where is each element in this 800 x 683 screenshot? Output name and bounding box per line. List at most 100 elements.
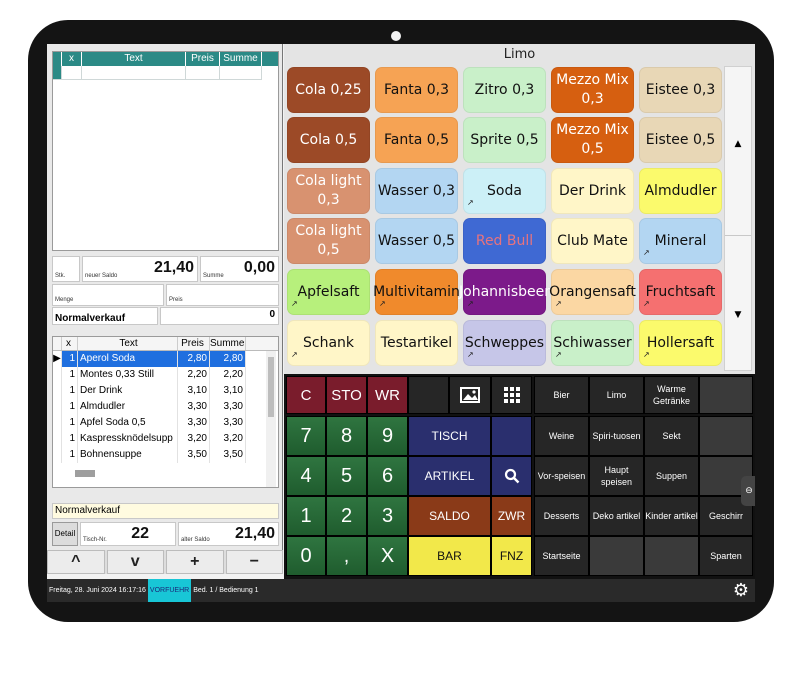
horizontal-scrollbar[interactable] [75,470,95,477]
digit-1-button[interactable]: 1 [286,496,326,536]
page-up-icon[interactable]: ▲ [725,139,751,149]
product-button-johannisbeer[interactable]: Johannisbeer ↗ [459,269,550,315]
digit-3-button[interactable]: 3 [367,496,408,536]
sto-button[interactable]: STO [326,376,367,414]
product-button-cola-0-25[interactable]: Cola 0,25 [287,67,370,113]
search-icon[interactable] [491,456,532,496]
product-label: Cola 0,25 [295,81,362,98]
digit-5-button[interactable]: 5 [326,456,367,496]
table-row[interactable]: 1 Apfel Soda 0,5 3,30 3,30 [53,415,278,431]
preis-field[interactable]: Preis [166,284,279,306]
page-down-icon[interactable]: ▼ [725,310,751,320]
plus-button[interactable]: + [166,550,224,574]
minus-button[interactable]: − [225,550,283,574]
category-weine[interactable]: Weine [534,416,589,456]
category-sekt[interactable]: Sekt [644,416,699,456]
artikel-button[interactable]: ARTIKEL [408,456,491,496]
product-button-soda[interactable]: Soda ↗ [463,168,546,214]
product-button-zitro-0-3[interactable]: Zitro 0,3 [463,67,546,113]
digit-4-button[interactable]: 4 [286,456,326,496]
category-desserts[interactable]: Desserts [534,496,589,536]
product-button-hollersaft[interactable]: Hollersaft ↗ [639,320,722,366]
clear-button[interactable]: C [286,376,326,414]
detail-button[interactable]: Detail [52,522,78,546]
product-button-fanta-0-3[interactable]: Fanta 0,3 [375,67,458,113]
saldo-button[interactable]: SALDO [408,496,491,536]
product-button-red-bull[interactable]: Red Bull [463,218,546,264]
table-row[interactable]: 1 Kaspressknödelsupp 3,20 3,20 [53,431,278,447]
category-suppen[interactable]: Suppen [644,456,699,496]
product-button-club-mate[interactable]: Club Mate [551,218,634,264]
digit-0-button[interactable]: 0 [286,536,326,576]
product-button-eistee-0-3[interactable]: Eistee 0,3 [639,67,722,113]
menge-field[interactable]: Menge [52,284,164,306]
category-empty[interactable] [589,536,644,576]
table-row[interactable]: 1 Bohnensuppe 3,50 3,50 [53,447,278,463]
category-limo[interactable]: Limo [589,376,644,414]
table-row[interactable] [53,66,278,80]
category-warme-getraenke[interactable]: Warme Getränke [644,376,699,414]
tisch-button[interactable]: TISCH [408,416,491,456]
empty-key[interactable] [408,376,449,414]
comma-button[interactable]: , [326,536,367,576]
product-button-cola-0-5[interactable]: Cola 0,5 [287,117,370,163]
product-button-eistee-0-5[interactable]: Eistee 0,5 [639,117,722,163]
current-order-table[interactable]: x Text Preis Summe [52,51,279,251]
digit-2-button[interactable]: 2 [326,496,367,536]
product-button-sprite-0-5[interactable]: Sprite 0,5 [463,117,546,163]
startseite-button[interactable]: Startseite [534,536,589,576]
product-button-schweppes[interactable]: Schweppes ↗ [463,320,546,366]
digit-7-button[interactable]: 7 [286,416,326,456]
table-row[interactable]: ▶ 1 Aperol Soda 2,80 2,80 [53,351,278,367]
side-handle-icon[interactable]: ⊖ [741,476,755,506]
category-bier[interactable]: Bier [534,376,589,414]
category-empty[interactable] [699,376,753,414]
product-button-multivitamin[interactable]: Multivitamin ↗ [373,269,460,315]
product-button-mineral[interactable]: Mineral ↗ [639,218,722,264]
category-vorspeisen[interactable]: Vor-speisen [534,456,589,496]
table-items[interactable]: x Text Preis Summe ▶ 1 Aperol Soda 2,80 … [52,336,279,488]
category-dekoartikel[interactable]: Deko artikel [589,496,644,536]
grid-icon[interactable] [491,376,532,414]
category-empty[interactable] [699,416,753,456]
table-row[interactable]: 1 Der Drink 3,10 3,10 [53,383,278,399]
product-button-fruchtsaft[interactable]: Fruchtsaft ↗ [639,269,722,315]
product-button-mezzo-mix-0-3[interactable]: Mezzo Mix 0,3 [551,67,634,113]
digit-8-button[interactable]: 8 [326,416,367,456]
product-button-wasser-0-5[interactable]: Wasser 0,5 [375,218,458,264]
product-button-apfelsaft[interactable]: Apfelsaft ↗ [287,269,370,315]
product-button-fanta-0-5[interactable]: Fanta 0,5 [375,117,458,163]
product-button-almdudler[interactable]: Almdudler [639,168,722,214]
product-button-testartikel[interactable]: Testartikel [375,320,458,366]
zwr-button[interactable]: ZWR [491,496,532,536]
bar-button[interactable]: BAR [408,536,491,576]
table-row[interactable]: 1 Almdudler 3,30 3,30 [53,399,278,415]
category-spirituosen[interactable]: Spiri-tuosen [589,416,644,456]
product-button-der-drink[interactable]: Der Drink [551,168,634,214]
scroll-down-button[interactable]: v [106,550,164,574]
product-button-cola-light-0-5[interactable]: Cola light 0,5 [287,218,370,264]
vertical-scrollbar[interactable] [266,351,276,487]
sparten-button[interactable]: Sparten [699,536,753,576]
product-button-schiwasser[interactable]: Schiwasser ↗ [551,320,634,366]
gear-icon[interactable]: ⚙ [733,581,749,600]
product-button-mezzo-mix-0-5[interactable]: Mezzo Mix 0,5 [551,117,634,163]
image-icon[interactable] [449,376,491,414]
fnz-button[interactable]: FNZ [491,536,532,576]
sale-type-field[interactable]: Normalverkauf [52,307,158,325]
scroll-up-button[interactable]: ^ [47,550,105,574]
wr-button[interactable]: WR [367,376,408,414]
category-hauptspeisen[interactable]: Haupt speisen [589,456,644,496]
blank-navy-key[interactable] [491,416,532,456]
digit-6-button[interactable]: 6 [367,456,408,496]
product-button-orangensaft[interactable]: Orangensaft ↗ [549,269,636,315]
digit-9-button[interactable]: 9 [367,416,408,456]
category-kinderartikel[interactable]: Kinder artikel [644,496,699,536]
product-button-schank[interactable]: Schank ↗ [287,320,370,366]
multiply-button[interactable]: X [367,536,408,576]
product-button-cola-light-0-3[interactable]: Cola light 0,3 [287,168,370,214]
table-row[interactable]: 1 Montes 0,33 Still 2,20 2,20 [53,367,278,383]
product-button-wasser-0-3[interactable]: Wasser 0,3 [375,168,458,214]
category-empty[interactable] [644,536,699,576]
product-scrollbar[interactable]: ▲ ▼ [724,66,752,371]
